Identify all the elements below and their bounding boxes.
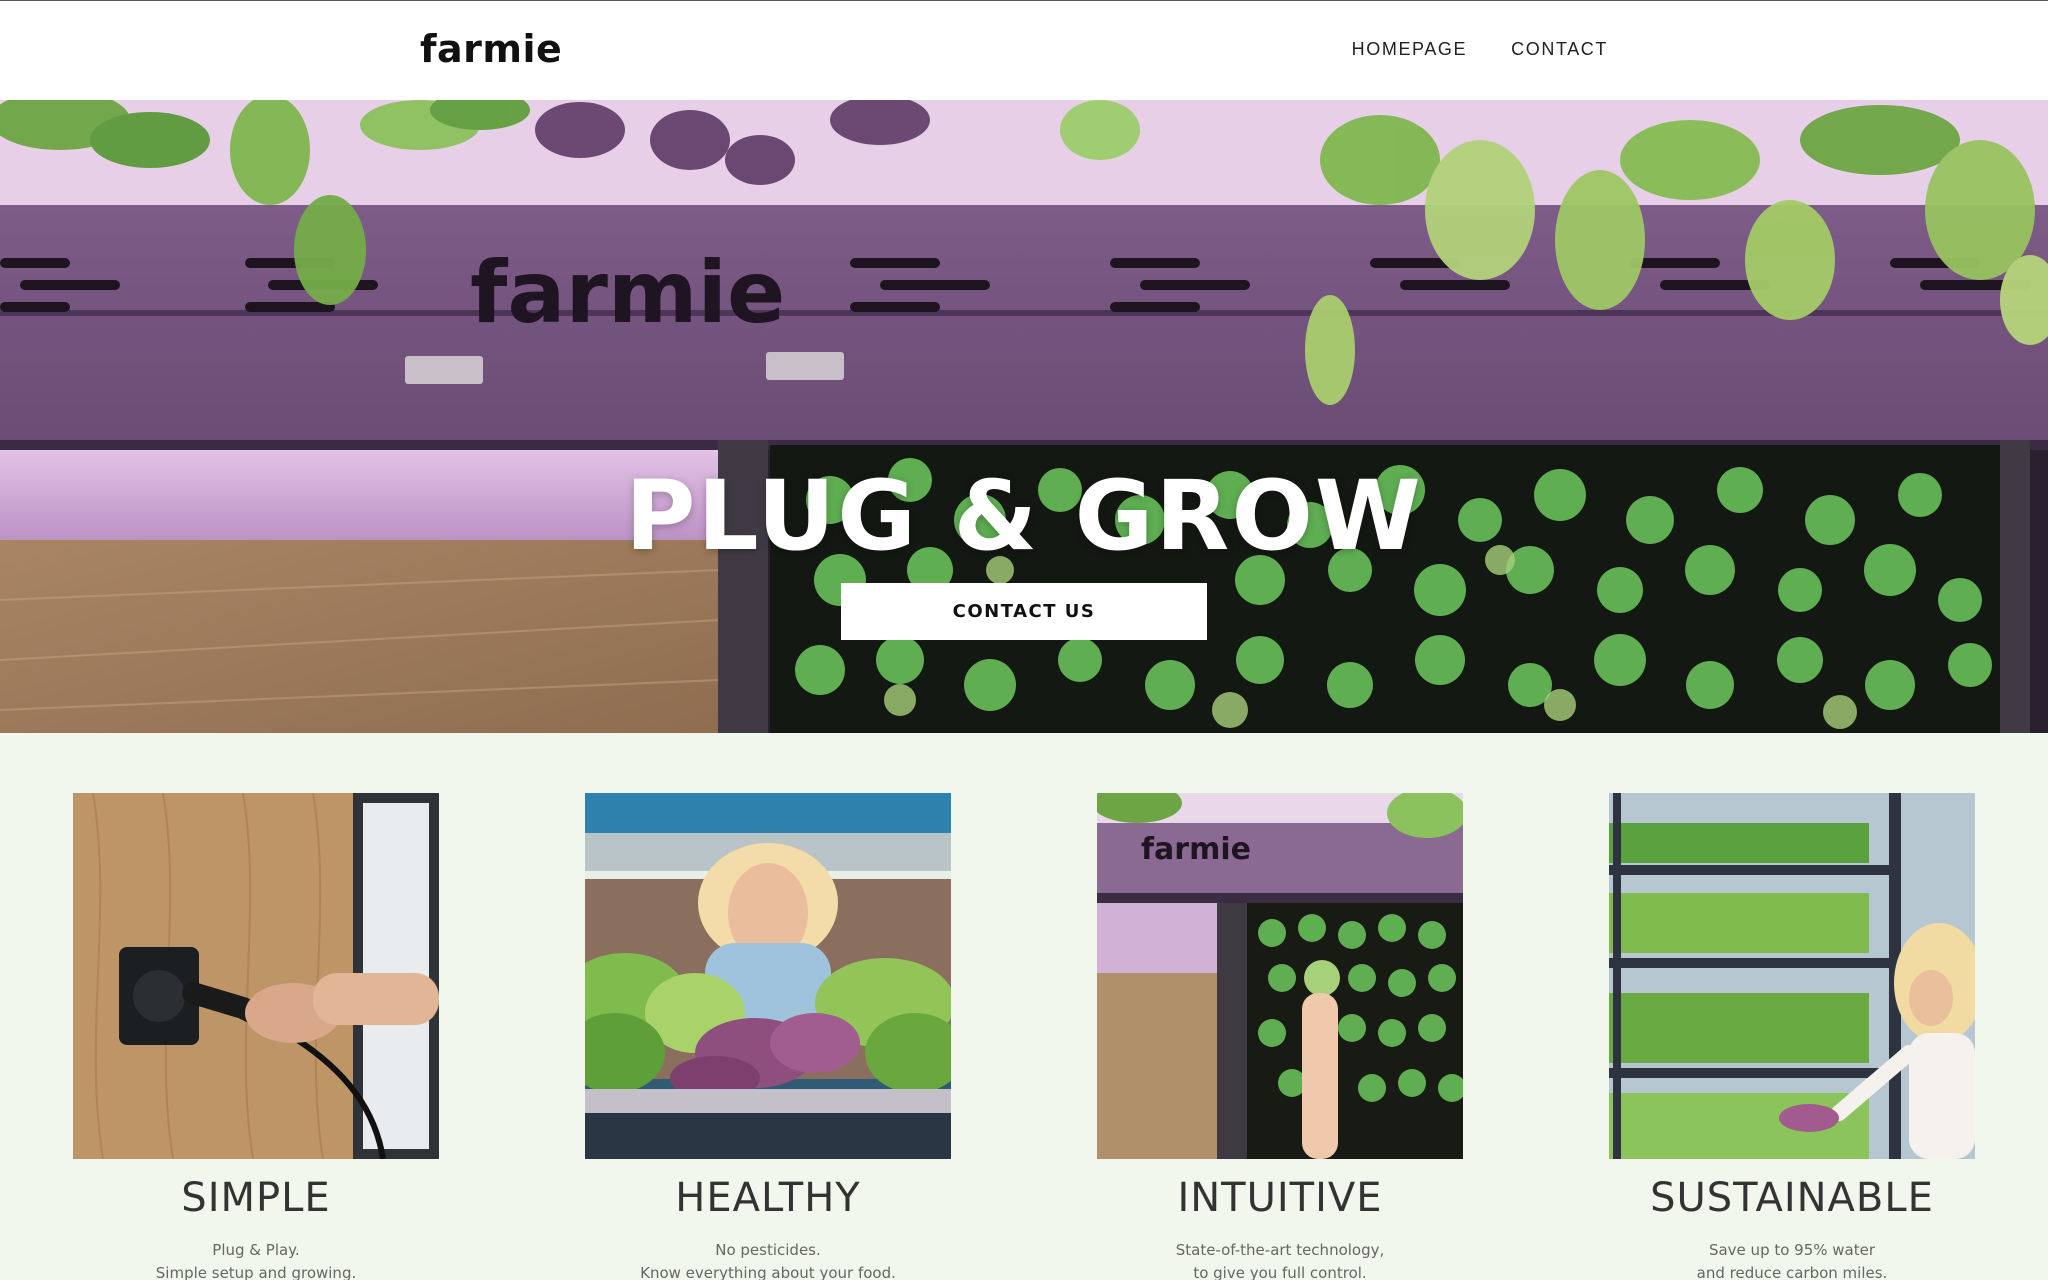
feature-intuitive: farmie INTUITIVE State-of-the-art techno… — [1097, 793, 1463, 1280]
feature-healthy: HEALTHY No pesticides. Know everything a… — [585, 793, 951, 1280]
feature-sustainable: SUSTAINABLE Save up to 95% water and red… — [1609, 793, 1975, 1280]
machine-logo-text: farmie — [470, 243, 785, 343]
feature-simple: SIMPLE Plug & Play. Simple setup and gro… — [73, 793, 439, 1280]
feature-title-simple: SIMPLE — [181, 1175, 331, 1221]
feature-photo-sustainable — [1609, 793, 1975, 1159]
feature-desc-sustainable-line1: Save up to 95% water — [1708, 1241, 1876, 1259]
features-section: SIMPLE Plug & Play. Simple setup and gro… — [0, 733, 2048, 1280]
feature-desc-healthy-line1: No pesticides. — [715, 1241, 821, 1259]
feature-title-healthy: HEALTHY — [675, 1175, 861, 1221]
hero-title: PLUG & GROW — [625, 460, 1423, 572]
feature-desc-simple-line1: Plug & Play. — [212, 1241, 300, 1259]
contact-us-button[interactable]: CONTACT US — [841, 583, 1207, 640]
feature-desc-sustainable: Save up to 95% water and reduce carbon m… — [1609, 1239, 1975, 1280]
feature-desc-simple: Plug & Play. Simple setup and growing. — [73, 1239, 439, 1280]
feature-title-intuitive: INTUITIVE — [1177, 1175, 1383, 1221]
nav-homepage[interactable]: HOMEPAGE — [1352, 39, 1467, 60]
feature-desc-healthy-line2: Know everything about your food. — [640, 1264, 896, 1280]
photo-logo-intuitive: farmie — [1141, 832, 1251, 867]
feature-photo-simple — [73, 793, 439, 1159]
nav-contact[interactable]: CONTACT — [1511, 39, 1608, 60]
feature-desc-sustainable-line2: and reduce carbon miles. — [1696, 1264, 1888, 1280]
feature-title-sustainable: SUSTAINABLE — [1650, 1175, 1934, 1221]
main-nav: HOMEPAGE CONTACT — [1352, 39, 1608, 60]
feature-photo-intuitive: farmie — [1097, 793, 1463, 1159]
site-logo[interactable]: farmie — [420, 27, 562, 71]
feature-desc-intuitive: State-of-the-art technology, to give you… — [1097, 1239, 1463, 1280]
feature-desc-intuitive-line1: State-of-the-art technology, — [1175, 1241, 1385, 1259]
feature-desc-simple-line2: Simple setup and growing. — [155, 1264, 357, 1280]
feature-photo-healthy — [585, 793, 951, 1159]
site-header: farmie HOMEPAGE CONTACT — [0, 1, 2048, 100]
feature-desc-intuitive-line2: to give you full control. — [1193, 1264, 1367, 1280]
feature-desc-healthy: No pesticides. Know everything about you… — [585, 1239, 951, 1280]
